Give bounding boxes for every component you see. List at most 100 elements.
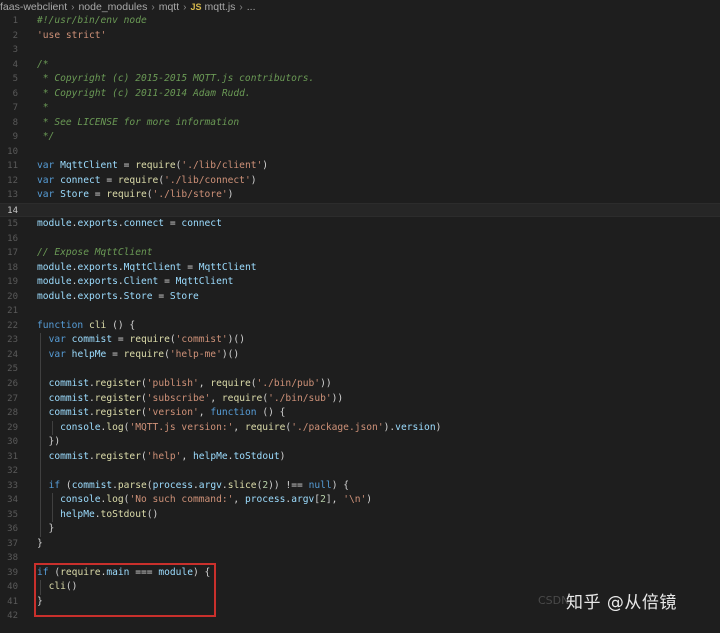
code-line[interactable]: 12 var connect = require('./lib/connect') [0, 174, 720, 189]
line-number: 11 [7, 161, 18, 172]
code-token: module [37, 218, 72, 230]
code-token: // Expose MqttClient [37, 247, 153, 259]
code-line[interactable]: 7 * [0, 101, 720, 116]
code-token: = [152, 290, 170, 302]
code-token: if [48, 479, 61, 491]
code-token: slice [227, 479, 257, 491]
code-line[interactable]: 11 var MqttClient = require('./lib/client… [0, 159, 720, 174]
code-token: module [37, 290, 72, 302]
code-token: ) [250, 174, 257, 186]
code-token: register [94, 378, 141, 389]
code-line[interactable]: 2 'use strict' [0, 29, 720, 44]
code-token: var [48, 334, 72, 346]
code-line[interactable]: 17 // Expose MqttClient [0, 246, 720, 261]
code-line[interactable]: 8 * See LICENSE for more information [0, 116, 720, 131]
code-line[interactable]: 13 var Store = require('./lib/store') [0, 188, 720, 203]
code-text: } [37, 537, 43, 552]
code-editor[interactable]: 1 #!/usr/bin/env node 2'use strict' 3 4/* 5 *… [0, 14, 720, 633]
code-token: * [37, 102, 49, 114]
code-token: 'version' [146, 407, 199, 419]
code-token: ) [279, 450, 286, 462]
line-number: 7 [12, 103, 18, 114]
code-line[interactable]: 6 * Copyright (c) 2011-2014 Adam Rudd. [0, 87, 720, 102]
code-line[interactable]: 23 var commist = require('commist')() [0, 333, 720, 348]
code-line[interactable]: 22 function cli () { [0, 319, 720, 334]
line-number: 23 [7, 335, 18, 346]
code-token: , [233, 494, 245, 506]
code-token: () { [256, 407, 286, 419]
code-token: module [37, 276, 72, 288]
code-line[interactable]: 26 commist.register('publish', require('… [0, 377, 720, 392]
code-line[interactable]: 3 [0, 43, 720, 58]
code-token: ], [325, 494, 344, 506]
code-token: MqttClient [60, 160, 118, 172]
breadcrumb-item-mqtt[interactable]: mqtt [159, 1, 179, 13]
code-line[interactable]: 31 commist.register('help', helpMe.toStd… [0, 450, 720, 465]
line-number: 35 [7, 509, 18, 520]
code-line[interactable]: 5 * Copyright (c) 2015-2015 MQTT.js cont… [0, 72, 720, 87]
code-line[interactable]: 9 */ [0, 130, 720, 145]
code-line[interactable]: 14 [0, 202, 720, 218]
breadcrumb-item-file[interactable]: mqtt.js [204, 1, 235, 13]
code-line[interactable]: 10 [0, 145, 720, 160]
code-token: , [210, 392, 222, 404]
code-line[interactable]: 25 [0, 362, 720, 377]
code-token: var [37, 174, 61, 186]
code-token: log [106, 421, 124, 433]
code-token: 'MQTT.js version:' [129, 421, 234, 433]
code-token: = [164, 218, 182, 230]
code-token: MqttClient [123, 261, 182, 273]
code-token: ( [60, 479, 72, 491]
code-line[interactable]: 32 [0, 464, 720, 479]
indent-guide [52, 493, 53, 523]
code-token: helpMe [60, 508, 95, 520]
code-line[interactable]: 34 console.log('No such command:', proce… [0, 493, 720, 508]
breadcrumb-item-node-modules[interactable]: node_modules [78, 1, 147, 13]
code-line[interactable]: 19 module.exports.Client = MqttClient [0, 275, 720, 290]
code-token: function [210, 407, 257, 419]
code-text: 'use strict' [37, 29, 106, 44]
code-line[interactable]: 36 } [0, 522, 720, 537]
code-line[interactable]: 37} [0, 537, 720, 552]
code-line[interactable]: 29 console.log('MQTT.js version:', requi… [0, 421, 720, 436]
code-line[interactable]: 24 var helpMe = require('help-me')() [0, 348, 720, 363]
code-text: function cli () { [37, 319, 135, 334]
code-line[interactable]: 4 /* [0, 58, 720, 73]
code-line[interactable]: 27 commist.register('subscribe', require… [0, 392, 720, 407]
indent-guide [40, 333, 41, 537]
code-token: require [244, 421, 286, 433]
chevron-right-icon: › [239, 1, 243, 13]
code-line[interactable]: 21 [0, 304, 720, 319]
breadcrumb-ellipsis[interactable]: ... [247, 1, 256, 13]
code-token: register [94, 450, 141, 462]
code-text: console.log('MQTT.js version:', require(… [37, 421, 441, 436]
line-number: 22 [7, 320, 18, 331]
code-token: /* [37, 58, 49, 70]
code-token: )) !== [268, 479, 309, 491]
code-token: = [89, 189, 107, 201]
code-token: = [100, 174, 118, 186]
code-line[interactable]: 1 #!/usr/bin/env node [0, 14, 720, 29]
line-number: 8 [12, 117, 18, 128]
code-line[interactable]: 35 helpMe.toStdout() [0, 508, 720, 523]
code-token: , [198, 407, 211, 419]
code-line[interactable]: 18 module.exports.MqttClient = MqttClient [0, 261, 720, 276]
code-token: commist [71, 334, 113, 346]
code-line[interactable]: 15 module.exports.connect = connect [0, 217, 720, 232]
code-text: * See LICENSE for more information [37, 116, 239, 131]
code-line[interactable]: 16 [0, 232, 720, 247]
code-token: * See LICENSE for more information [37, 116, 240, 128]
code-token: require [221, 392, 263, 404]
code-line[interactable]: 20 module.exports.Store = Store [0, 290, 720, 305]
code-line[interactable]: 28 commist.register('version', function … [0, 406, 720, 421]
code-text: module.exports.connect = connect [37, 217, 222, 232]
code-text: module.exports.MqttClient = MqttClient [37, 261, 257, 276]
breadcrumb-item-project[interactable]: faas-webclient [0, 1, 67, 13]
line-number: 30 [7, 437, 18, 448]
code-token: null [308, 479, 332, 491]
code-line[interactable]: 33 if (commist.parse(process.argv.slice(… [0, 479, 720, 494]
code-token: } [37, 537, 43, 549]
code-token: )) [320, 378, 332, 389]
code-line[interactable]: 30 }) [0, 435, 720, 450]
